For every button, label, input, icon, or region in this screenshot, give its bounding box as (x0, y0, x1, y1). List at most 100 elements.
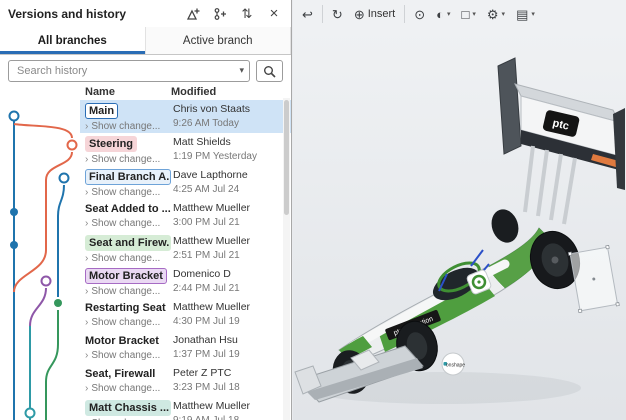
modified-author: Jonathan Hsu (173, 334, 287, 346)
version-name: Final Branch A... (85, 169, 171, 185)
expand-chevron-icon: › (85, 155, 88, 165)
insert-plus-icon: ⊕ (354, 8, 365, 21)
show-changes-link[interactable]: › Show change... (85, 253, 173, 264)
modified-author: Domenico D (173, 268, 287, 280)
modified-time: 9:26 AM Today (173, 118, 287, 129)
search-button[interactable] (256, 60, 283, 82)
toolbar-separator (322, 5, 323, 23)
refresh-icon: ↻ (332, 8, 343, 21)
show-changes-link[interactable]: › Show change... (85, 286, 173, 297)
chevron-down-icon: ▾ (447, 11, 451, 18)
panel-scrollbar[interactable] (283, 98, 290, 420)
canvas-toolbar: ↩ ↻ ⊕ Insert ⊙ ◐ ▾ □ ▾ ⚙ ▾ ▤ ▾ (293, 0, 626, 28)
toolbar-separator (404, 5, 405, 23)
compare-icon[interactable]: ⇅ (238, 6, 256, 22)
create-version-icon[interactable] (184, 6, 202, 22)
panel-header: Versions and history ⇅ × (0, 0, 291, 27)
modified-time: 9:19 AM Jul 18 (173, 415, 287, 420)
modified-time: 2:44 PM Jul 21 (173, 283, 287, 294)
modified-author: Chris von Staats (173, 103, 287, 115)
refresh-button[interactable]: ↻ (327, 5, 348, 24)
history-button[interactable]: ⊙ (409, 5, 430, 24)
version-row[interactable]: Motor Bracket › Show change... Domenico … (0, 265, 291, 298)
modified-time: 1:19 PM Yesterday (173, 151, 287, 162)
wheel-sticker-text: onshape (446, 363, 465, 369)
show-changes-link[interactable]: › Show change... (85, 154, 173, 165)
version-row[interactable]: Seat Added to ... › Show change... Matth… (0, 199, 291, 232)
tab-all-branches[interactable]: All branches (0, 27, 146, 54)
modified-author: Matt Shields (173, 136, 287, 148)
expand-chevron-icon: › (85, 188, 88, 198)
versions-history-panel: Versions and history ⇅ × All branches Ac… (0, 0, 292, 420)
modified-time: 3:23 PM Jul 18 (173, 382, 287, 393)
view-options-dropdown[interactable]: ▤ ▾ (511, 5, 540, 24)
version-name: Steering (85, 136, 137, 152)
branch-tabs: All branches Active branch (0, 27, 291, 55)
version-row[interactable]: Seat, Firewall › Show change... Peter Z … (0, 364, 291, 397)
create-branch-icon[interactable] (211, 6, 229, 22)
panel-title: Versions and history (8, 7, 175, 21)
back-arrow-icon: ↩ (302, 8, 313, 21)
version-row[interactable]: Final Branch A... › Show change... Dave … (0, 166, 291, 199)
search-input[interactable] (8, 60, 250, 82)
expand-chevron-icon: › (85, 384, 88, 394)
gear-icon: ⚙ (487, 8, 499, 21)
show-changes-label: Show change... (91, 121, 160, 132)
version-row[interactable]: Seat and Firew... › Show change... Matth… (0, 232, 291, 265)
modified-author: Matthew Mueller (173, 301, 287, 313)
version-name: Motor Bracket (85, 268, 167, 284)
sketch-plane[interactable] (568, 245, 619, 312)
show-changes-link[interactable]: › Show change... (85, 350, 173, 361)
show-changes-link[interactable]: › Show change... (85, 383, 173, 394)
expand-chevron-icon: › (85, 122, 88, 132)
modified-author: Peter Z PTC (173, 367, 287, 379)
appearance-dropdown[interactable]: ◐ ▾ (431, 5, 455, 24)
expand-chevron-icon: › (85, 351, 88, 361)
version-name: Matt Chassis ... (85, 400, 171, 416)
search-row: ▾ (0, 55, 291, 85)
expand-chevron-icon: › (85, 254, 88, 264)
settings-dropdown[interactable]: ⚙ ▾ (482, 5, 510, 24)
panel-scrollbar-thumb[interactable] (284, 100, 289, 215)
back-button[interactable]: ↩ (297, 5, 318, 24)
modified-author: Matthew Mueller (173, 400, 287, 412)
show-changes-label: Show change... (91, 383, 160, 394)
show-changes-link[interactable]: › Show change... (85, 218, 173, 229)
modified-time: 4:25 AM Jul 24 (173, 184, 287, 195)
version-row[interactable]: Matt Chassis ... › Show change... Matthe… (0, 397, 291, 420)
display-options-icon: ▤ (516, 8, 528, 21)
version-row[interactable]: Main › Show change... Chris von Staats 9… (0, 100, 291, 133)
history-icon: ⊙ (414, 8, 425, 21)
version-row[interactable]: Restarting Seat › Show change... Matthew… (0, 298, 291, 331)
version-row[interactable]: Steering › Show change... Matt Shields 1… (0, 133, 291, 166)
selection-box-icon: □ (462, 8, 470, 21)
rear-left-wheel[interactable] (487, 206, 522, 246)
graphics-area: ↩ ↻ ⊕ Insert ⊙ ◐ ▾ □ ▾ ⚙ ▾ ▤ ▾ (293, 0, 626, 420)
insert-button[interactable]: ⊕ Insert (349, 5, 400, 24)
rear-wing[interactable]: ptc (498, 58, 625, 224)
close-icon[interactable]: × (265, 6, 283, 22)
show-changes-label: Show change... (91, 187, 160, 198)
selection-dropdown[interactable]: □ ▾ (457, 5, 481, 24)
version-row[interactable]: Motor Bracket › Show change... Jonathan … (0, 331, 291, 364)
column-headers: Name Modified (0, 85, 291, 100)
appearance-icon: ◐ (436, 8, 444, 21)
show-changes-label: Show change... (91, 286, 160, 297)
wheel-sticker: onshape (442, 353, 465, 375)
wing-struts (525, 146, 575, 224)
show-changes-link[interactable]: › Show change... (85, 317, 173, 328)
show-changes-link[interactable]: › Show change... (85, 187, 173, 198)
show-changes-link[interactable]: › Show change... (85, 121, 173, 132)
version-name: Motor Bracket (85, 334, 159, 348)
model-viewport[interactable]: ptc ptc education (293, 28, 626, 420)
expand-chevron-icon: › (85, 287, 88, 297)
column-name: Name (85, 86, 171, 98)
version-list: Main › Show change... Chris von Staats 9… (0, 100, 291, 420)
car-body[interactable]: ptc education (339, 228, 551, 362)
chevron-down-icon: ▾ (531, 11, 535, 18)
tab-all-branches-label: All branches (38, 35, 107, 47)
version-name: Main (85, 103, 118, 119)
show-changes-label: Show change... (91, 350, 160, 361)
tab-active-branch[interactable]: Active branch (146, 27, 292, 54)
modified-time: 4:30 PM Jul 19 (173, 316, 287, 327)
